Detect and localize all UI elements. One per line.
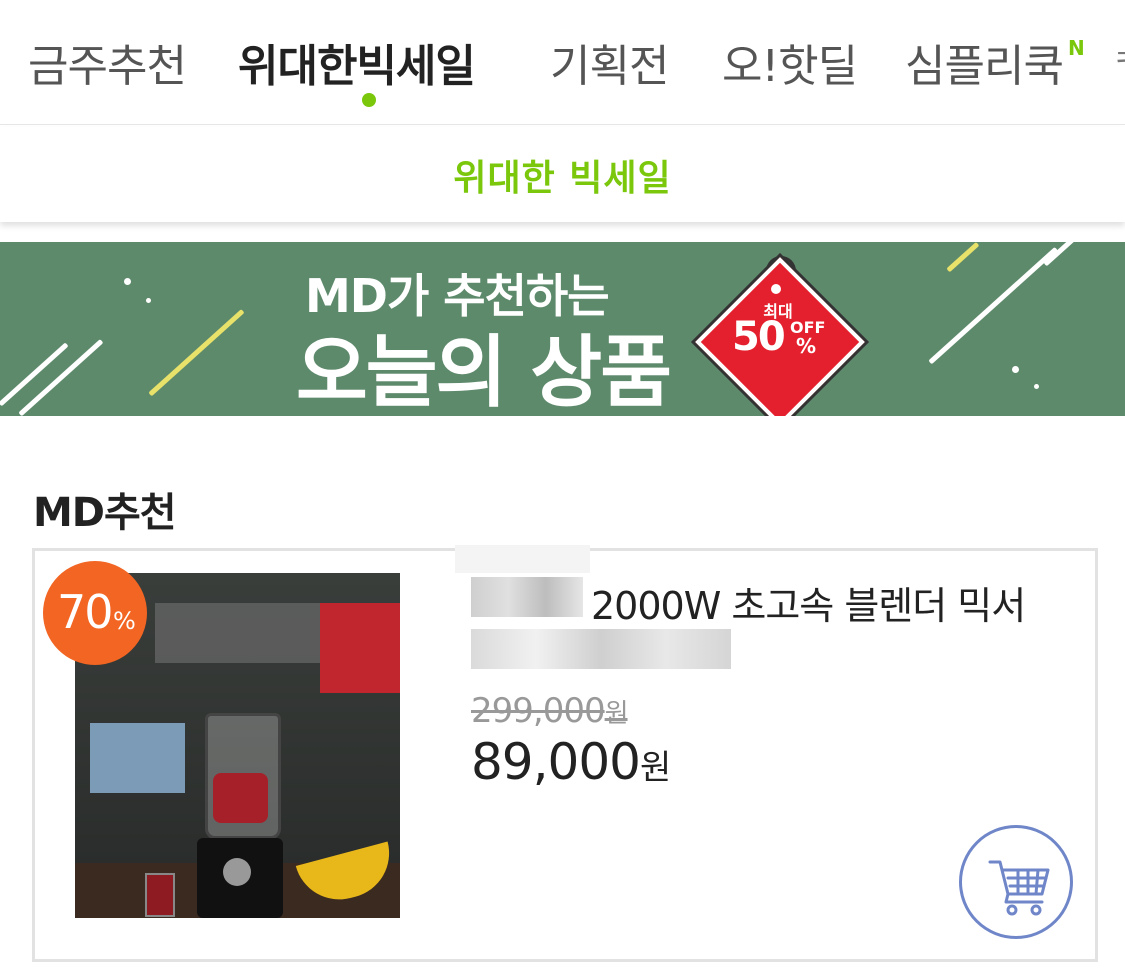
category-tab-bar: 금주추천 위대한빅세일 기획전 오!핫딜 심플리쿡 N ㅋ: [0, 0, 1125, 125]
blurred-region: [90, 723, 185, 793]
tag-hole: [771, 284, 781, 294]
sub-header-title[interactable]: 위대한 빅세일: [0, 149, 1125, 201]
tabbar-divider: [0, 124, 1125, 125]
blender-contents: [213, 773, 268, 823]
new-badge: N: [1068, 36, 1085, 60]
banner-title: 오늘의 상품: [296, 328, 672, 416]
promo-banner[interactable]: MD가 추천하는 오늘의 상품 최대 50 OFF %: [0, 242, 1125, 416]
banner-decor-dot: [1012, 366, 1019, 373]
banner-decor-line: [946, 242, 980, 273]
add-to-cart-button[interactable]: [959, 825, 1073, 939]
discount-unit: %: [113, 607, 136, 635]
banner-decor-dot: [124, 278, 131, 285]
tag-label-percent: %: [796, 334, 817, 358]
original-price: 299,000원: [471, 691, 629, 731]
banner-decor-line: [928, 246, 1059, 365]
tag-label-value: 50: [732, 314, 786, 360]
blurred-brand: [471, 577, 583, 617]
product-name[interactable]: 2000W 초고속 블렌더 믹서: [591, 575, 1026, 630]
tab-special-exhibition[interactable]: 기획전: [550, 30, 669, 94]
product-card[interactable]: 70 % 2000W 초고속 블렌더 믹서 299,000원 89,000원: [32, 545, 1098, 962]
tab-big-sale[interactable]: 위대한빅세일: [238, 30, 476, 94]
blurred-region: [320, 603, 400, 693]
discount-badge: 70 %: [43, 561, 147, 665]
sale-price-unit: 원: [639, 748, 671, 788]
discount-value: 70: [57, 585, 114, 639]
original-price-value: 299,000: [471, 691, 606, 731]
original-price-unit: 원: [604, 699, 629, 729]
banner-decor-line: [148, 309, 245, 397]
sub-header: 위대한 빅세일: [0, 127, 1125, 222]
banner-decor-dot: [1034, 384, 1039, 389]
cart-icon: [988, 860, 1050, 916]
section-title: MD추천: [33, 490, 177, 536]
tab-weekly-recommend[interactable]: 금주추천: [28, 30, 187, 94]
blurred-subtitle: [471, 629, 731, 669]
banner-decor-dot: [146, 298, 151, 303]
sale-price: 89,000원: [471, 733, 671, 791]
tab-overflow-label[interactable]: ㅋ: [1112, 36, 1125, 82]
blurred-region: [455, 545, 590, 573]
tab-simplycook[interactable]: 심플리쿡: [905, 30, 1064, 94]
blender-knob: [223, 858, 251, 886]
juice-glass: [145, 873, 175, 917]
active-tab-indicator: [362, 93, 376, 107]
sale-price-value: 89,000: [471, 733, 641, 791]
sale-tag-icon: 최대 50 OFF %: [695, 256, 865, 416]
tab-hot-deal[interactable]: 오!핫딜: [722, 30, 858, 94]
